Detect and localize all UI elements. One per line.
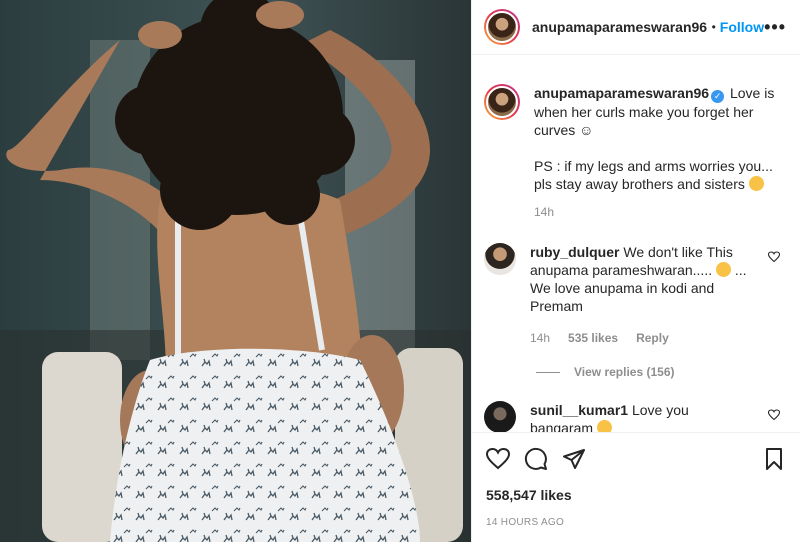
smile-emoji-icon: ☺ (579, 122, 594, 138)
comments-list[interactable]: anupamaparameswaran96 ✓ Love is when her … (472, 56, 800, 432)
view-replies-label: View replies (156) (574, 365, 675, 379)
caption-time: 14h (534, 205, 555, 219)
separator-dot: • (711, 20, 716, 34)
heart-icon[interactable] (486, 447, 510, 471)
instagram-post-window: anupamaparameswaran96 • Follow ••• anupa… (0, 0, 800, 542)
comment-icon[interactable] (524, 447, 548, 471)
commenter-avatar[interactable] (484, 401, 516, 432)
verified-badge-icon: ✓ (711, 90, 725, 103)
comment-meta: 14h 535 likes Reply (530, 329, 748, 347)
view-replies-button[interactable]: View replies (156) (536, 365, 786, 379)
follow-button[interactable]: Follow (720, 19, 764, 35)
caption-ps-text: PS : if my legs and arms worries you... … (534, 158, 773, 192)
sad-emoji-icon (716, 262, 731, 277)
post-side-panel: anupamaparameswaran96 • Follow ••• anupa… (471, 0, 800, 542)
commenter-avatar[interactable] (484, 243, 516, 275)
bookmark-icon[interactable] (762, 447, 786, 471)
post-actions: 558,547 likes 14 HOURS AGO (472, 432, 800, 528)
comment-username[interactable]: sunil__kumar1 (530, 402, 628, 418)
smile-emoji-icon (596, 420, 612, 432)
photo-illustration (0, 0, 471, 542)
likes-count[interactable]: 558,547 likes (486, 487, 786, 503)
comment-body: ruby_dulquer We don't like This anupama … (530, 243, 748, 347)
action-icons (486, 445, 786, 473)
comment-like-heart-icon[interactable] (768, 251, 780, 263)
comment-item: sunil__kumar1 Love you bangaram (484, 401, 786, 432)
send-icon[interactable] (562, 447, 586, 471)
post-header: anupamaparameswaran96 • Follow ••• (472, 0, 800, 55)
comment-item: ruby_dulquer We don't like This anupama … (484, 243, 786, 347)
comment-text-ellipsis: ... (734, 262, 747, 278)
caption-avatar[interactable] (484, 84, 520, 120)
comment-time: 14h (530, 331, 551, 345)
comment-like-heart-icon[interactable] (768, 409, 780, 421)
replies-divider (536, 371, 560, 373)
caption-body: anupamaparameswaran96 ✓ Love is when her … (534, 84, 784, 221)
grin-emoji-icon (748, 176, 764, 191)
comment-username[interactable]: ruby_dulquer (530, 244, 619, 260)
author-username[interactable]: anupamaparameswaran96 (532, 19, 708, 35)
reply-button[interactable]: Reply (636, 329, 669, 347)
comment-likes[interactable]: 535 likes (568, 329, 618, 347)
caption-ps: PS : if my legs and arms worries you... … (534, 157, 784, 193)
comment-text-more: We love anupama in kodi and Premam (530, 280, 715, 314)
caption: anupamaparameswaran96 ✓ Love is when her … (484, 56, 786, 221)
more-options-icon[interactable]: ••• (764, 17, 786, 38)
caption-username[interactable]: anupamaparameswaran96 (534, 85, 709, 101)
author-avatar[interactable] (484, 9, 520, 45)
post-photo[interactable] (0, 0, 471, 542)
comment-body: sunil__kumar1 Love you bangaram (530, 401, 748, 432)
post-age: 14 HOURS AGO (486, 517, 565, 528)
